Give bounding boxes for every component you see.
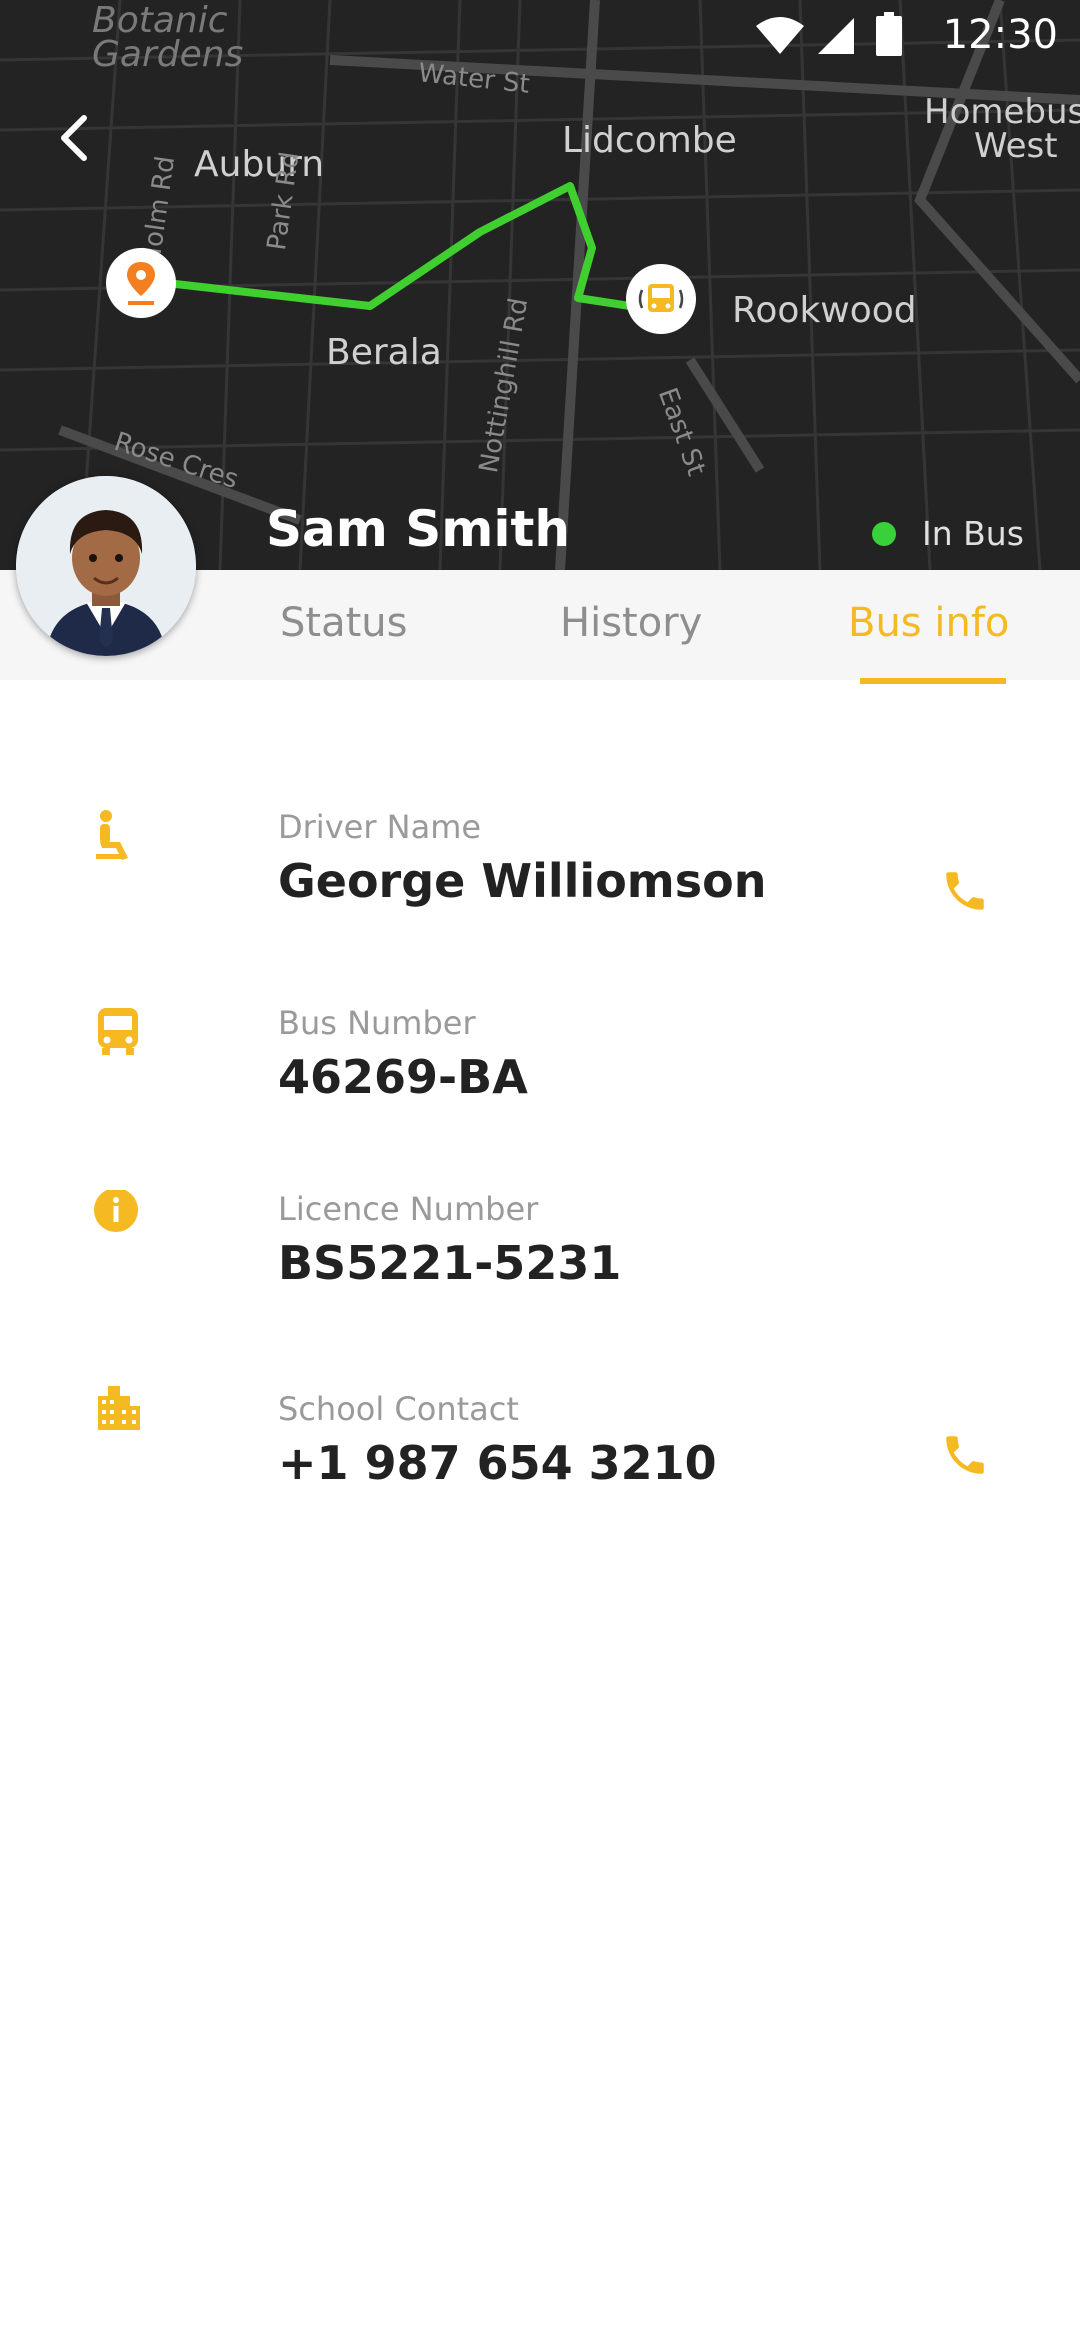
seat-icon (96, 810, 128, 860)
status-time: 12:30 (942, 12, 1058, 58)
map-label-rookwood: Rookwood (732, 290, 917, 331)
info-icon (94, 1190, 138, 1232)
licence-number-row: Licence Number BS5221-5231 (0, 1190, 1080, 1310)
call-school-button[interactable] (940, 1430, 990, 1480)
active-tab-indicator (860, 678, 1006, 684)
student-name: Sam Smith (266, 500, 571, 558)
map-view[interactable]: Botanic Gardens Water St Homebush West L… (0, 0, 1080, 570)
tab-history[interactable]: History (560, 600, 702, 646)
battery-icon (876, 12, 902, 56)
status-bar: 12:30 (680, 0, 1080, 72)
home-location-marker[interactable] (106, 248, 176, 318)
map-label-west: West (974, 126, 1058, 166)
map-label-lidcombe: Lidcombe (562, 120, 737, 161)
licence-number-value: BS5221-5231 (278, 1236, 622, 1290)
map-label-gardens: Gardens (92, 34, 244, 75)
status-dot (872, 521, 896, 546)
school-contact-row: School Contact +1 987 654 3210 (0, 1386, 1080, 1510)
status-text: In Bus (922, 514, 1024, 553)
map-label-auburn: Auburn (194, 144, 325, 185)
bus-number-value: 46269-BA (278, 1050, 528, 1104)
bus-location-marker[interactable] (626, 264, 696, 334)
bus-number-row: Bus Number 46269-BA (0, 1004, 1080, 1124)
map-label-berala: Berala (326, 332, 442, 373)
signal-icon (818, 18, 854, 54)
wifi-icon (756, 17, 804, 54)
student-avatar[interactable] (16, 476, 196, 656)
school-contact-label: School Contact (278, 1390, 519, 1428)
student-status: In Bus (872, 514, 1024, 553)
student-photo (16, 476, 196, 656)
tab-bus-info[interactable]: Bus info (848, 600, 1009, 646)
licence-number-label: Licence Number (278, 1190, 539, 1228)
driver-name-label: Driver Name (278, 808, 482, 846)
school-contact-value: +1 987 654 3210 (278, 1436, 717, 1490)
bus-number-label: Bus Number (278, 1004, 476, 1042)
driver-name-value: George Williomson (278, 854, 767, 908)
tab-status[interactable]: Status (280, 600, 407, 646)
call-driver-button[interactable] (940, 866, 990, 916)
back-button[interactable] (50, 112, 98, 164)
driver-name-row: Driver Name George Williomson (0, 808, 1080, 928)
building-icon (98, 1386, 140, 1430)
bus-icon (98, 1008, 138, 1055)
bus-icon (638, 284, 684, 312)
location-pin-icon (127, 262, 155, 305)
